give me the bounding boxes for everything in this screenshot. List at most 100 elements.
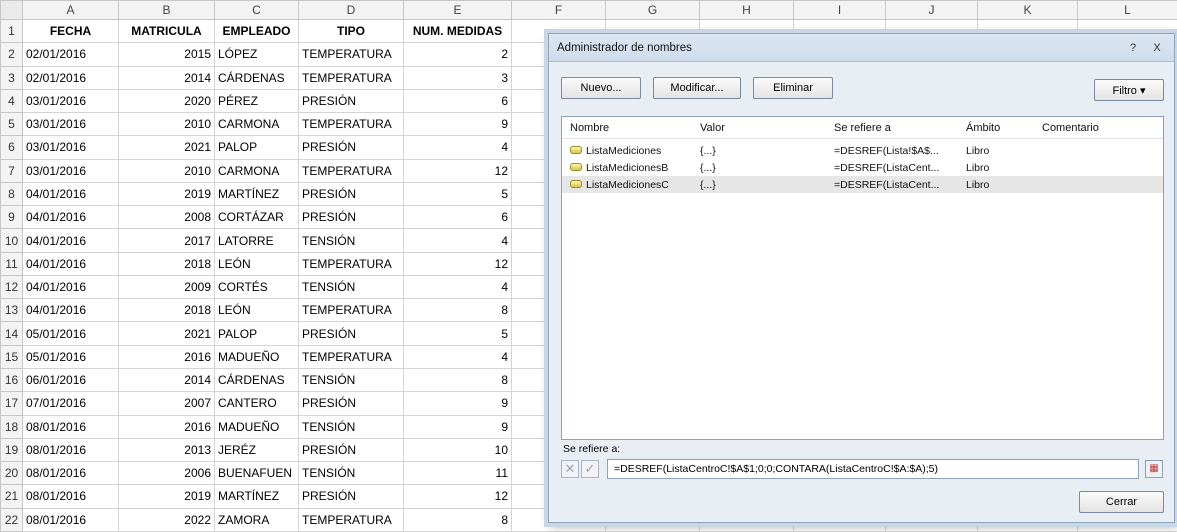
row-header[interactable]: 21	[0, 484, 23, 509]
table-header-cell[interactable]: FECHA	[22, 18, 119, 44]
column-header[interactable]: I	[793, 0, 886, 20]
table-cell[interactable]: 2015	[118, 42, 215, 67]
table-cell[interactable]: 4	[403, 135, 512, 160]
close-icon[interactable]: X	[1148, 40, 1166, 56]
table-cell[interactable]: 12	[403, 251, 512, 276]
table-header-cell[interactable]: TIPO	[298, 18, 404, 44]
table-cell[interactable]: 5	[403, 181, 512, 207]
table-cell[interactable]: 6	[403, 205, 512, 230]
select-all-corner[interactable]	[0, 0, 23, 20]
table-header-cell[interactable]: NUM. MEDIDAS	[403, 18, 512, 44]
row-header[interactable]: 15	[0, 344, 23, 369]
names-list[interactable]: Nombre Valor Se refiere a Ámbito Comenta…	[561, 116, 1164, 440]
filter-button[interactable]: Filtro ▾	[1094, 79, 1164, 101]
table-cell[interactable]: 2009	[118, 274, 215, 300]
table-cell[interactable]: 2014	[118, 367, 215, 393]
table-cell[interactable]: 08/01/2016	[22, 484, 119, 509]
help-icon[interactable]: ?	[1124, 40, 1142, 56]
table-cell[interactable]: 04/01/2016	[22, 274, 119, 300]
table-cell[interactable]: BUENAFUEN	[214, 461, 299, 486]
table-cell[interactable]: 2019	[118, 484, 215, 509]
table-cell[interactable]: 4	[403, 274, 512, 300]
row-header[interactable]: 4	[0, 88, 23, 114]
table-cell[interactable]: 08/01/2016	[22, 507, 119, 532]
row-header[interactable]: 6	[0, 135, 23, 160]
new-button[interactable]: Nuevo...	[561, 77, 641, 99]
table-cell[interactable]: LATORRE	[214, 228, 299, 253]
table-cell[interactable]: CÁRDENAS	[214, 367, 299, 393]
row-header[interactable]: 8	[0, 181, 23, 207]
table-cell[interactable]: MADUEÑO	[214, 344, 299, 369]
column-header[interactable]: D	[298, 0, 404, 20]
table-cell[interactable]: PRESIÓN	[298, 484, 404, 509]
table-cell[interactable]: 2016	[118, 414, 215, 439]
table-cell[interactable]: PRESIÓN	[298, 437, 404, 463]
table-cell[interactable]: 12	[403, 158, 512, 183]
delete-button[interactable]: Eliminar	[753, 77, 833, 99]
table-cell[interactable]: 5	[403, 321, 512, 346]
column-header[interactable]: F	[511, 0, 606, 20]
table-cell[interactable]: 03/01/2016	[22, 112, 119, 137]
row-header[interactable]: 7	[0, 158, 23, 183]
table-cell[interactable]: TENSIÓN	[298, 414, 404, 439]
edit-button[interactable]: Modificar...	[653, 77, 741, 99]
table-cell[interactable]: CORTÉS	[214, 274, 299, 300]
table-cell[interactable]: PRESIÓN	[298, 391, 404, 416]
table-cell[interactable]: 04/01/2016	[22, 228, 119, 253]
table-cell[interactable]: 2019	[118, 181, 215, 207]
table-cell[interactable]: CÁRDENAS	[214, 65, 299, 90]
table-cell[interactable]: MADUEÑO	[214, 414, 299, 439]
table-cell[interactable]: 8	[403, 507, 512, 532]
table-cell[interactable]: 9	[403, 414, 512, 439]
table-header-cell[interactable]: MATRICULA	[118, 18, 215, 44]
table-cell[interactable]: 08/01/2016	[22, 414, 119, 439]
table-cell[interactable]: TEMPERATURA	[298, 158, 404, 183]
table-cell[interactable]: CARMONA	[214, 158, 299, 183]
table-cell[interactable]: 4	[403, 228, 512, 253]
column-scope-header[interactable]: Ámbito	[966, 122, 1000, 134]
table-cell[interactable]: MARTÍNEZ	[214, 484, 299, 509]
table-header-cell[interactable]: EMPLEADO	[214, 18, 299, 44]
row-header[interactable]: 22	[0, 507, 23, 532]
table-cell[interactable]: 04/01/2016	[22, 251, 119, 276]
table-cell[interactable]: 03/01/2016	[22, 135, 119, 160]
row-header[interactable]: 13	[0, 298, 23, 323]
table-cell[interactable]: ZAMORA	[214, 507, 299, 532]
table-cell[interactable]: 05/01/2016	[22, 344, 119, 369]
table-cell[interactable]: 2021	[118, 321, 215, 346]
table-cell[interactable]: 04/01/2016	[22, 205, 119, 230]
table-cell[interactable]: 9	[403, 391, 512, 416]
table-cell[interactable]: PALOP	[214, 135, 299, 160]
table-cell[interactable]: TEMPERATURA	[298, 112, 404, 137]
table-cell[interactable]: 02/01/2016	[22, 42, 119, 67]
table-cell[interactable]: PRESIÓN	[298, 181, 404, 207]
column-comment-header[interactable]: Comentario	[1042, 122, 1099, 134]
column-header[interactable]: J	[885, 0, 978, 20]
table-cell[interactable]: 2018	[118, 251, 215, 276]
table-cell[interactable]: TEMPERATURA	[298, 251, 404, 276]
column-header[interactable]: C	[214, 0, 299, 20]
table-cell[interactable]: 6	[403, 88, 512, 114]
table-cell[interactable]: 2010	[118, 158, 215, 183]
table-cell[interactable]: 04/01/2016	[22, 298, 119, 323]
table-cell[interactable]: LÓPEZ	[214, 42, 299, 67]
table-cell[interactable]: LEÓN	[214, 298, 299, 323]
table-cell[interactable]: TENSIÓN	[298, 274, 404, 300]
column-header[interactable]: K	[977, 0, 1078, 20]
table-cell[interactable]: 10	[403, 437, 512, 463]
table-cell[interactable]: 2	[403, 42, 512, 67]
table-cell[interactable]: PRESIÓN	[298, 321, 404, 346]
table-cell[interactable]: 03/01/2016	[22, 88, 119, 114]
row-header[interactable]: 5	[0, 112, 23, 137]
row-header[interactable]: 16	[0, 367, 23, 393]
table-cell[interactable]: PRESIÓN	[298, 205, 404, 230]
table-cell[interactable]: 9	[403, 112, 512, 137]
table-cell[interactable]: 08/01/2016	[22, 437, 119, 463]
collapse-dialog-icon[interactable]: ▦	[1145, 460, 1163, 478]
column-value-header[interactable]: Valor	[700, 122, 725, 134]
column-header[interactable]: A	[22, 0, 119, 20]
refers-to-input[interactable]: =DESREF(ListaCentroC!$A$1;0;0;CONTARA(Li…	[607, 459, 1139, 479]
row-header[interactable]: 10	[0, 228, 23, 253]
table-cell[interactable]: LEÓN	[214, 251, 299, 276]
row-header[interactable]: 20	[0, 461, 23, 486]
